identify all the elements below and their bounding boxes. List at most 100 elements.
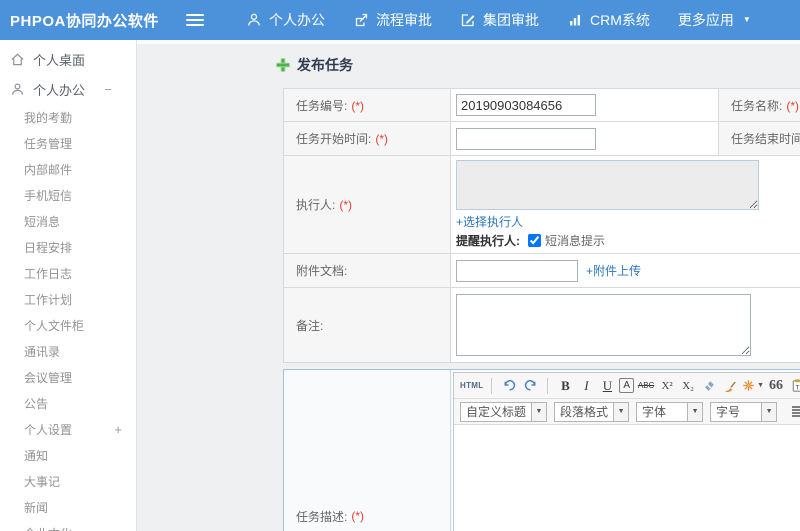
auto-typeset-button[interactable]: ▼ [742, 376, 764, 396]
editor-content-area[interactable] [454, 425, 800, 531]
sidebar-item-announcement[interactable]: 公告 [0, 390, 136, 416]
bold-button[interactable]: B [556, 376, 574, 396]
eraser-button[interactable] [700, 376, 718, 396]
main-content: 发布任务 任务编号:(*) 任务名称:(*) [137, 40, 800, 531]
attachment-upload-link[interactable]: +附件上传 [586, 262, 641, 279]
task-description-section: 任务描述: (*) HTML B I U A ABC X² X₂ ▼ 66 自定… [283, 369, 800, 531]
nav-personal-office[interactable]: 个人办公 [246, 10, 325, 30]
sidebar: 个人桌面 个人办公 − 我的考勤 任务管理 内部邮件 手机短信 短消息 日程安排… [0, 40, 137, 531]
undo-icon [502, 378, 517, 393]
task-form-table: 任务编号:(*) 任务名称:(*) 任务开始时间:(*) [283, 88, 800, 363]
page-title: 发布任务 [297, 57, 353, 73]
sidebar-item-address-book[interactable]: 通讯录 [0, 338, 136, 364]
font-size-select[interactable]: 字号 ▼ [710, 401, 778, 422]
user-icon [246, 12, 262, 28]
sidebar-item-personal-settings[interactable]: 个人设置 + [0, 416, 136, 442]
brush-icon [723, 379, 737, 393]
content-top-strip [137, 40, 800, 44]
attachment-label-cell: 附件文档: [283, 253, 451, 288]
remind-executor-label: 提醒执行人: [456, 234, 520, 248]
sidebar-item-big-events[interactable]: 大事记 [0, 468, 136, 494]
nav-label: 集团审批 [483, 12, 539, 28]
sidebar-item-notice[interactable]: 通知 [0, 442, 136, 468]
sidebar-item-task-management[interactable]: 任务管理 [0, 130, 136, 156]
blockquote-button[interactable]: 66 [767, 376, 785, 396]
sidebar-item-internal-mail[interactable]: 内部邮件 [0, 156, 136, 182]
attachment-input[interactable] [456, 259, 578, 282]
sidebar-item-schedule[interactable]: 日程安排 [0, 234, 136, 260]
paste-button[interactable] [788, 376, 800, 396]
task-description-label-cell: 任务描述: (*) [284, 370, 451, 531]
task-number-input[interactable] [456, 94, 596, 116]
sidebar-item-personal-files[interactable]: 个人文件柜 [0, 312, 136, 338]
expand-icon[interactable]: + [114, 422, 136, 437]
nav-label: 流程审批 [376, 12, 432, 28]
sidebar-item-news[interactable]: 新闻 [0, 494, 136, 520]
nav-crm-system[interactable]: CRM系统 [567, 10, 650, 30]
home-icon [10, 52, 25, 67]
sidebar-item-personal-desktop[interactable]: 个人桌面 [0, 44, 136, 74]
rich-text-editor: HTML B I U A ABC X² X₂ ▼ 66 自定义标题 ▼ 段落格式… [453, 372, 800, 531]
redo-button[interactable] [521, 376, 539, 396]
sidebar-item-partial[interactable]: 企业文化 [0, 520, 136, 531]
executor-label-cell: 执行人: (*) [283, 155, 451, 254]
table-row: 任务开始时间:(*) 任务结束时间:(*) [283, 121, 800, 156]
remark-textarea[interactable] [456, 294, 751, 356]
sidebar-item-label: 个人办公 [33, 82, 86, 98]
sms-remind-checkbox[interactable] [528, 234, 541, 247]
subscript-button[interactable]: X₂ [679, 376, 697, 396]
top-navigation-bar: PHPOA协同办公软件 个人办公 流程审批 集团审批 CRM系统 更多应用 ▼ [0, 0, 800, 40]
menu-toggle-button[interactable] [186, 14, 204, 26]
page-title-row: 发布任务 [275, 55, 800, 75]
sms-remind-option-label: 短消息提示 [545, 234, 606, 248]
sidebar-item-short-message[interactable]: 短消息 [0, 208, 136, 234]
chevron-down-icon: ▼ [687, 402, 703, 421]
flow-approval-icon [353, 12, 369, 28]
custom-title-select[interactable]: 自定义标题 ▼ [460, 401, 548, 422]
sidebar-item-work-plan[interactable]: 工作计划 [0, 286, 136, 312]
collapse-icon[interactable]: − [104, 82, 126, 97]
table-row: 备注: [283, 287, 800, 363]
strikethrough-button[interactable]: ABC [637, 376, 655, 396]
paragraph-format-select[interactable]: 段落格式 ▼ [554, 401, 630, 422]
select-executor-link[interactable]: +选择执行人 [456, 215, 523, 229]
html-source-button[interactable]: HTML [460, 376, 483, 396]
nav-more-apps[interactable]: 更多应用 ▼ [678, 10, 751, 30]
chevron-down-icon: ▼ [742, 15, 751, 24]
italic-button[interactable]: I [577, 376, 595, 396]
user-icon [10, 82, 25, 97]
start-time-input[interactable] [456, 127, 596, 150]
required-mark: (*) [375, 132, 389, 146]
underline-button[interactable]: U [598, 376, 616, 396]
chevron-down-icon: ▼ [531, 402, 547, 421]
required-mark: (*) [786, 98, 800, 113]
undo-button[interactable] [500, 376, 518, 396]
sidebar-item-personal-office[interactable]: 个人办公 − [0, 74, 136, 104]
magic-wand-icon [742, 379, 755, 392]
editor-toolbar-row-2: 自定义标题 ▼ 段落格式 ▼ 字体 ▼ 字号 ▼ [454, 399, 800, 425]
nav-label: 个人办公 [269, 12, 325, 28]
superscript-button[interactable]: X² [658, 376, 676, 396]
align-left-button[interactable] [790, 402, 800, 422]
publish-task-form: 任务编号:(*) 任务名称:(*) 任务开始时间:(*) [283, 88, 800, 531]
start-time-label-cell: 任务开始时间: (*) [283, 121, 451, 156]
nav-label: 更多应用 [677, 12, 734, 28]
chevron-down-icon: ▼ [613, 402, 629, 421]
editor-toolbar-row-1: HTML B I U A ABC X² X₂ ▼ 66 [454, 373, 800, 399]
format-brush-button[interactable] [721, 376, 739, 396]
sidebar-item-work-log[interactable]: 工作日志 [0, 260, 136, 286]
nav-group-approval[interactable]: 集团审批 [460, 10, 539, 30]
executor-textarea[interactable] [456, 160, 759, 210]
nav-label: CRM系统 [590, 12, 650, 28]
table-row: 附件文档: +附件上传 [283, 253, 800, 288]
table-row: 执行人: (*) +选择执行人 提醒执行人: 短消息提示 [283, 155, 800, 254]
sidebar-item-my-attendance[interactable]: 我的考勤 [0, 104, 136, 130]
font-family-select[interactable]: 字体 ▼ [636, 401, 704, 422]
required-mark: (*) [339, 198, 353, 212]
table-row: 任务编号:(*) 任务名称:(*) [283, 88, 800, 122]
sidebar-item-label: 个人桌面 [33, 52, 86, 68]
nav-workflow-approval[interactable]: 流程审批 [353, 10, 432, 30]
sidebar-item-mobile-sms[interactable]: 手机短信 [0, 182, 136, 208]
sidebar-item-meeting-management[interactable]: 会议管理 [0, 364, 136, 390]
font-border-button[interactable]: A [619, 378, 635, 393]
